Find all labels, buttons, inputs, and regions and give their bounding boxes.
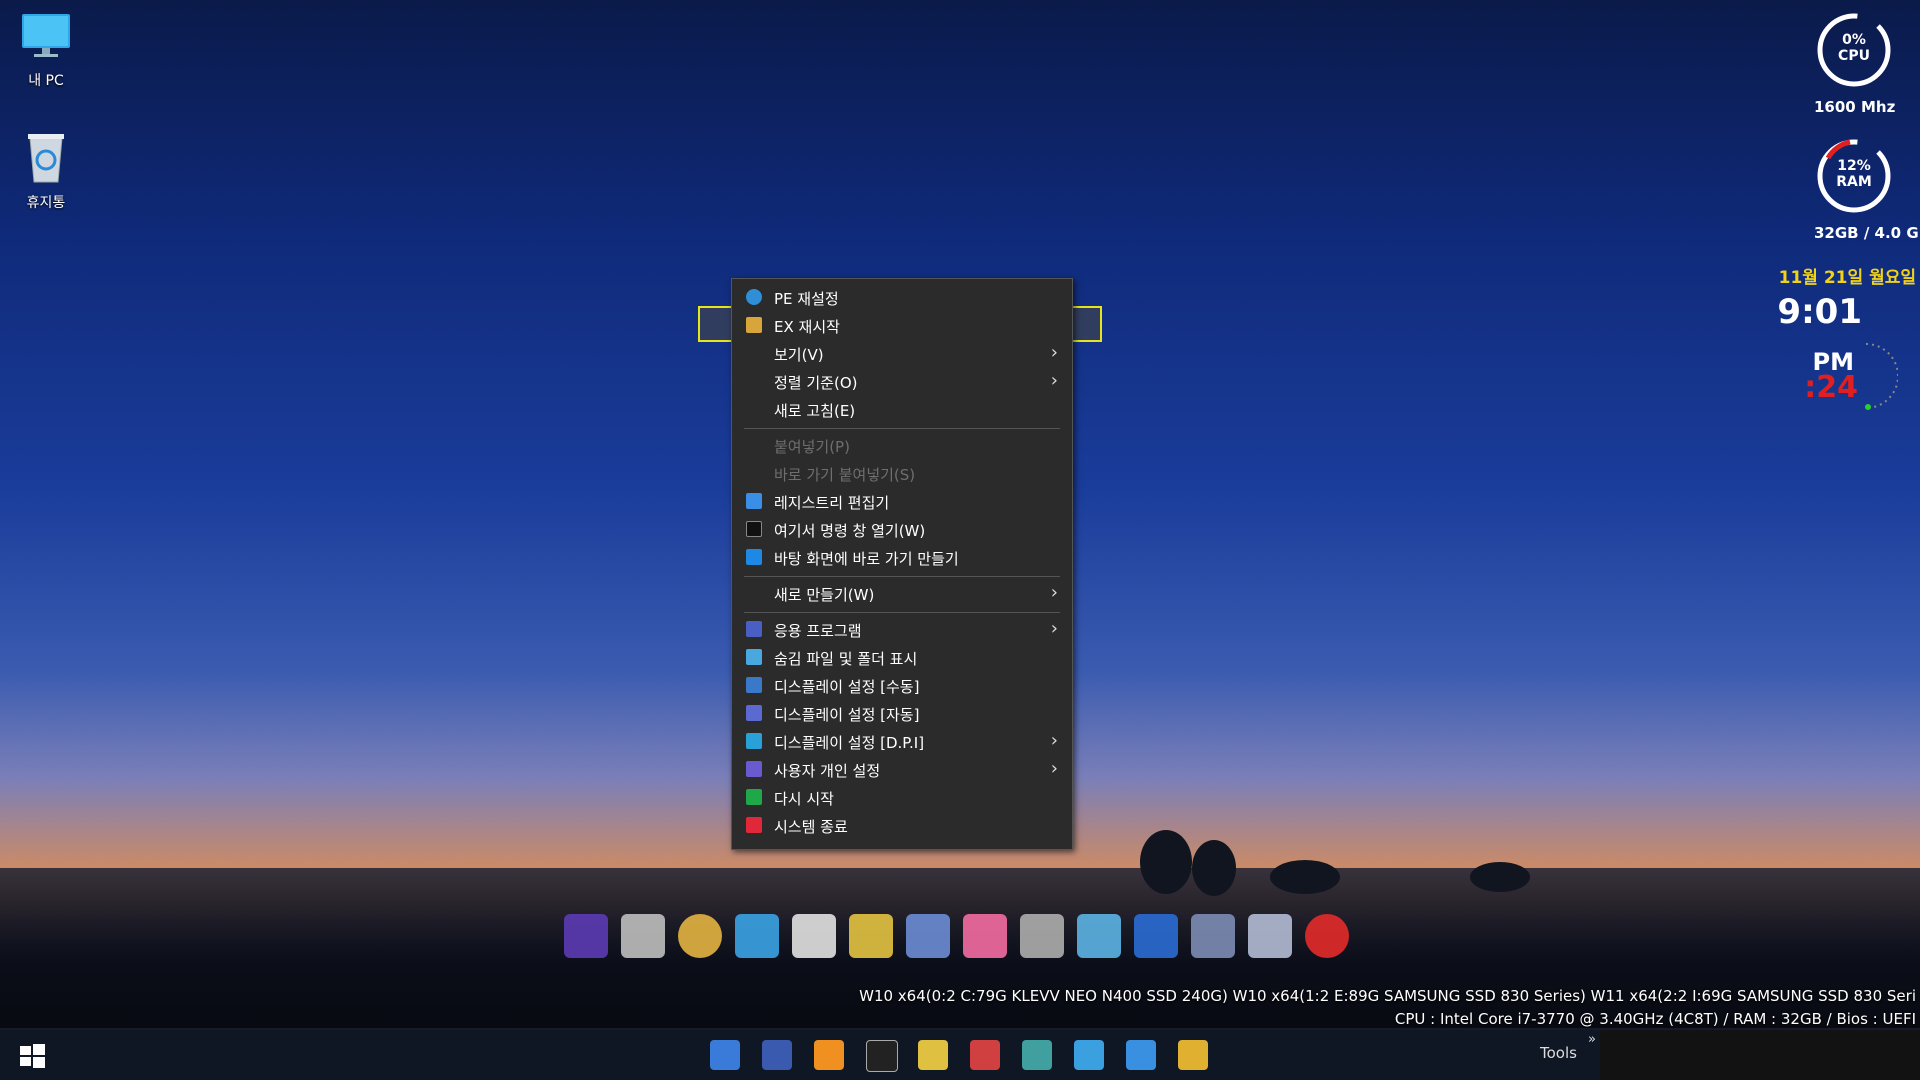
menu-separator — [744, 428, 1060, 429]
tools-toolbar[interactable]: Tools — [1540, 1044, 1577, 1062]
cpu-percent: 0% — [1842, 32, 1866, 48]
restart-icon — [746, 789, 762, 805]
monitor-icon — [22, 14, 70, 57]
usb-drive-icon[interactable] — [621, 914, 665, 958]
chevron-right-icon: › — [1050, 730, 1058, 751]
hidden-files-icon — [746, 649, 762, 665]
cpu-frequency: 1600 Mhz — [1814, 98, 1896, 116]
tree-silhouette — [1270, 860, 1340, 894]
ram-size: 32GB / 4.0 GB — [1814, 224, 1920, 242]
camera-gear-icon[interactable] — [1191, 914, 1235, 958]
menu-item-paste[interactable]: 붙여넣기(P) — [732, 431, 1072, 459]
desktop-icon-my-pc[interactable]: 내 PC — [6, 10, 86, 90]
menu-item-shutdown[interactable]: 시스템 종료 — [732, 811, 1072, 839]
disc-icon[interactable] — [678, 914, 722, 958]
desktop-icon-label: 내 PC — [28, 73, 64, 89]
chevron-double-icon[interactable]: » — [1588, 1032, 1596, 1047]
tree-silhouette — [1192, 840, 1236, 896]
menu-item-applications[interactable]: 응용 프로그램 › — [732, 615, 1072, 643]
terminal-icon[interactable] — [866, 1040, 898, 1072]
desktop-icon-label: 휴지통 — [26, 195, 66, 211]
font-a-icon[interactable] — [1134, 914, 1178, 958]
file-arrow-icon[interactable] — [918, 1040, 948, 1070]
display-manual-icon — [746, 677, 762, 693]
shutdown-icon — [746, 817, 762, 833]
menu-item-personalize[interactable]: 사용자 개인 설정 › — [732, 755, 1072, 783]
dock-bar — [564, 914, 1349, 964]
menu-item-registry[interactable]: 레지스트리 편집기 — [732, 487, 1072, 515]
cmd-icon — [746, 521, 762, 537]
menu-item-display-manual[interactable]: 디스플레이 설정 [수동] — [732, 671, 1072, 699]
menu-item-refresh[interactable]: 새로 고침(E) — [732, 395, 1072, 423]
cpu-label: CPU — [1838, 48, 1870, 64]
wand-icon[interactable] — [849, 914, 893, 958]
chevron-right-icon: › — [1050, 370, 1058, 391]
book-icon[interactable] — [1077, 914, 1121, 958]
chevron-right-icon: › — [1050, 582, 1058, 603]
ram-gauge: 12% RAM 32GB / 4.0 GB — [1814, 136, 1920, 242]
clock-date: 11월 21일 월요일 — [1778, 268, 1916, 288]
display-auto-icon — [746, 705, 762, 721]
camera-icon[interactable] — [1126, 1040, 1156, 1070]
tree-silhouette — [1140, 830, 1192, 894]
menu-item-hidden-files[interactable]: 숨김 파일 및 폴더 표시 — [732, 643, 1072, 671]
tree-silhouette — [1470, 862, 1530, 892]
menu-item-paste-shortcut[interactable]: 바로 가기 붙여넣기(S) — [732, 459, 1072, 487]
seconds-ring-icon — [1865, 343, 1898, 410]
apps-icon — [746, 621, 762, 637]
personalize-icon — [746, 761, 762, 777]
menu-item-new[interactable]: 새로 만들기(W) › — [732, 579, 1072, 607]
menu-separator — [744, 612, 1060, 613]
menu-item-create-shortcut[interactable]: 바탕 화면에 바로 가기 만들기 — [732, 543, 1072, 571]
tools-area — [1600, 1030, 1920, 1080]
context-menu: PE 재설정 EX 재시작 보기(V) › 정렬 기준(O) › 새로 고침(E… — [731, 278, 1073, 850]
drive-info: W10 x64(0:2 C:79G KLEVV NEO N400 SSD 240… — [859, 987, 1916, 1005]
menu-item-display-dpi[interactable]: 디스플레이 설정 [D.P.I] › — [732, 727, 1072, 755]
explorer-icon — [746, 317, 762, 333]
menu-item-display-auto[interactable]: 디스플레이 설정 [자동] — [732, 699, 1072, 727]
explorer-ex-icon[interactable] — [710, 1040, 740, 1070]
clock-time: 9:01 — [1777, 292, 1862, 332]
windows-start-icon[interactable] — [16, 1040, 48, 1072]
clock-seconds: :24 — [1804, 370, 1858, 405]
cpu-chip-icon[interactable] — [564, 914, 608, 958]
chevron-right-icon: › — [1050, 342, 1058, 363]
menu-separator — [744, 576, 1060, 577]
system-info: CPU : Intel Core i7-3770 @ 3.40GHz (4C8T… — [1394, 1010, 1916, 1028]
rocket-icon[interactable] — [1248, 914, 1292, 958]
menu-item-pe-reset[interactable]: PE 재설정 — [732, 283, 1072, 311]
folder-network-icon[interactable] — [1074, 1040, 1104, 1070]
menu-item-cmd[interactable]: 여기서 명령 창 열기(W) — [732, 515, 1072, 543]
registry-icon — [746, 493, 762, 509]
shortcut-icon — [746, 549, 762, 565]
power-icon[interactable] — [1305, 914, 1349, 958]
grid-arrow-icon[interactable] — [970, 1040, 1000, 1070]
chevron-right-icon: › — [1050, 758, 1058, 779]
network-search-icon[interactable] — [906, 914, 950, 958]
menu-item-sort[interactable]: 정렬 기준(O) › — [732, 367, 1072, 395]
display-dpi-icon — [746, 733, 762, 749]
chevron-right-icon: › — [1050, 618, 1058, 639]
eraser-icon[interactable] — [792, 914, 836, 958]
magnifier-icon[interactable] — [814, 1040, 844, 1070]
triangle-tool-icon[interactable] — [735, 914, 779, 958]
desktop-icon-recycle-bin[interactable]: 휴지통 — [6, 130, 86, 212]
network-icon[interactable] — [1022, 1040, 1052, 1070]
ram-label: RAM — [1836, 174, 1872, 190]
disk-drive-icon[interactable] — [1020, 914, 1064, 958]
menu-item-view[interactable]: 보기(V) › — [732, 339, 1072, 367]
cpu-gauge: 0% CPU 1600 Mhz — [1814, 10, 1896, 116]
recycle-bin-icon — [28, 134, 64, 183]
refresh-icon — [746, 289, 762, 305]
save-disk-icon[interactable] — [762, 1040, 792, 1070]
ram-percent: 12% — [1837, 158, 1871, 174]
windows-pink-icon[interactable] — [963, 914, 1007, 958]
folder-icon[interactable] — [1178, 1040, 1208, 1070]
menu-item-restart[interactable]: 다시 시작 — [732, 783, 1072, 811]
menu-item-ex-restart[interactable]: EX 재시작 — [732, 311, 1072, 339]
